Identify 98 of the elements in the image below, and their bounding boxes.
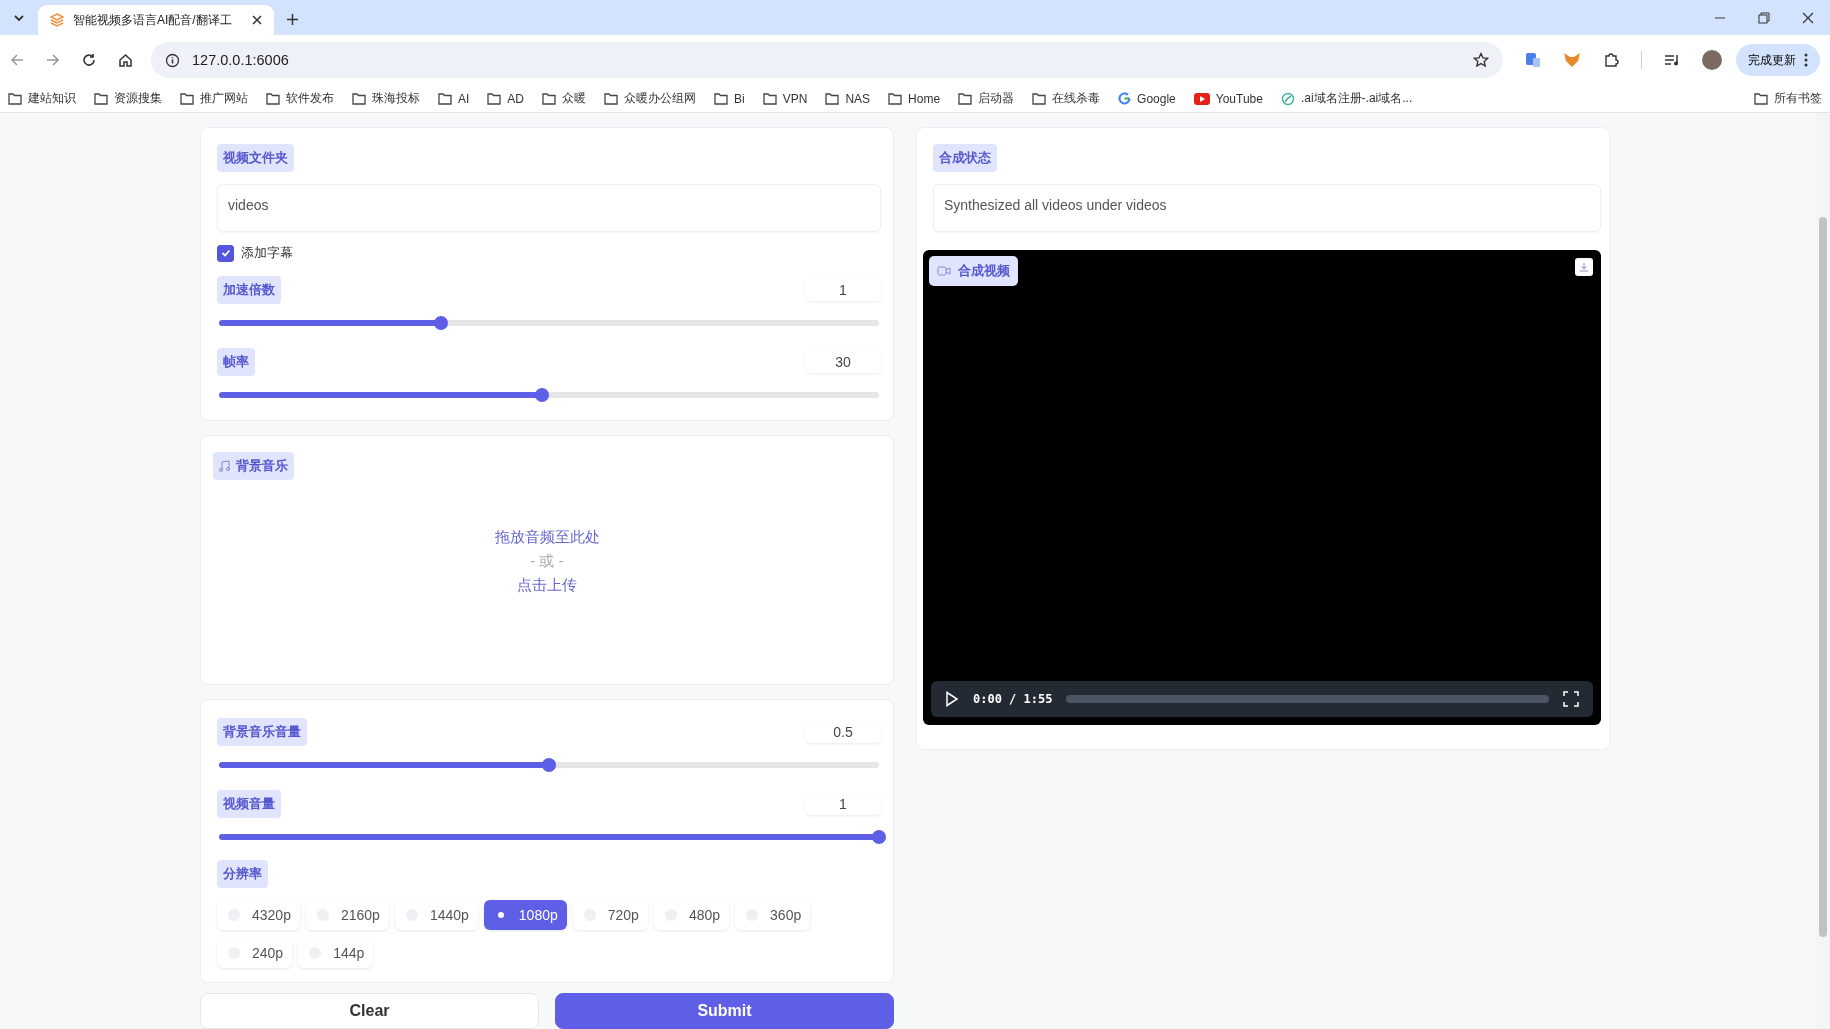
bookmark[interactable]: 建站知识 — [8, 90, 76, 107]
reload-icon[interactable] — [82, 53, 96, 67]
field-label: 合成状态 — [933, 144, 997, 172]
resolution-radio[interactable]: 1080p — [483, 900, 567, 930]
slider-label: 帧率 — [217, 348, 255, 376]
fox-icon[interactable] — [1563, 52, 1581, 68]
slider-label: 背景音乐音量 — [217, 718, 307, 746]
video-time: 0:00 / 1:55 — [973, 692, 1053, 706]
restore-icon[interactable] — [1758, 12, 1770, 24]
star-icon[interactable] — [1473, 52, 1489, 68]
close-icon[interactable] — [252, 15, 262, 25]
folder-icon — [94, 92, 108, 105]
audio-drop-zone[interactable]: 背景音乐 拖放音频至此处 - 或 - 点击上传 — [200, 435, 894, 685]
bookmark[interactable]: 资源搜集 — [94, 90, 162, 107]
folder-icon — [958, 92, 973, 105]
bookmark[interactable]: Bi — [714, 91, 745, 106]
folder-icon — [438, 92, 452, 105]
resolution-radio[interactable]: 1440p — [394, 900, 478, 930]
address-bar[interactable]: 127.0.0.1:6006 — [151, 42, 1503, 78]
video-camera-icon — [937, 266, 951, 276]
youtube-icon — [1193, 92, 1210, 105]
number-field[interactable]: 30 — [805, 351, 881, 373]
video-label: 合成视频 — [929, 256, 1018, 286]
bookmark[interactable]: Google — [1118, 91, 1176, 106]
close-icon[interactable] — [1802, 12, 1814, 24]
upload-link[interactable]: 点击上传 — [517, 575, 577, 595]
folder-icon — [1754, 92, 1768, 105]
bookmark[interactable]: 软件发布 — [266, 90, 334, 107]
bookmark[interactable]: 珠海投标 — [352, 90, 420, 107]
slider-label: 视频音量 — [217, 790, 281, 818]
info-icon[interactable] — [165, 52, 180, 68]
folder-icon — [888, 92, 903, 105]
bookmark[interactable]: 所有书签 — [1754, 90, 1822, 107]
bookmark[interactable]: 众暖办公组网 — [604, 90, 696, 107]
field-label: 背景音乐 — [213, 452, 294, 480]
checkbox-label: 添加字幕 — [241, 244, 293, 262]
music-note-icon — [219, 460, 230, 472]
download-icon[interactable] — [1575, 258, 1593, 276]
folder-icon — [714, 92, 728, 105]
folder-icon — [180, 92, 194, 105]
tab-title: 智能视频多语言AI配音/翻译工 — [73, 11, 233, 29]
bookmark[interactable]: AD — [487, 91, 524, 106]
folder-icon — [542, 92, 556, 105]
bookmark[interactable]: 在线杀毒 — [1032, 90, 1101, 107]
browser-tab[interactable]: 智能视频多语言AI配音/翻译工 — [38, 5, 274, 35]
bookmark[interactable]: VPN — [762, 91, 808, 106]
resolution-radio[interactable]: 144p — [298, 938, 374, 968]
folder-icon — [8, 92, 22, 105]
more-icon[interactable] — [1804, 53, 1808, 67]
update-button[interactable]: 完成更新 — [1736, 44, 1820, 76]
media-queue-icon[interactable] — [1664, 53, 1680, 67]
resolution-radio[interactable]: 4320p — [217, 900, 300, 930]
home-icon[interactable] — [118, 52, 133, 68]
forward-icon[interactable] — [46, 53, 60, 67]
checkbox[interactable] — [217, 244, 234, 262]
bookmark[interactable]: AI — [438, 91, 470, 106]
clear-button[interactable]: Clear — [200, 993, 539, 1029]
google-icon — [1118, 92, 1132, 105]
field-label: 分辨率 — [217, 860, 268, 888]
or-text: - 或 - — [530, 551, 564, 571]
submit-button[interactable]: Submit — [555, 993, 894, 1029]
slider-label: 加速倍数 — [217, 276, 281, 304]
resolution-radio[interactable]: 2160p — [305, 900, 389, 930]
field-label: 视频文件夹 — [217, 144, 294, 172]
bookmark[interactable]: 众暖 — [542, 90, 586, 107]
resolution-radio[interactable]: 480p — [653, 900, 730, 930]
scrollbar[interactable] — [1816, 113, 1830, 1029]
bookmark[interactable]: 启动器 — [958, 90, 1015, 107]
checkmark-icon — [220, 248, 231, 258]
resolution-radio[interactable]: 240p — [217, 938, 293, 968]
fullscreen-icon[interactable] — [1563, 691, 1579, 707]
folder-icon — [1032, 92, 1047, 105]
folder-icon — [825, 92, 840, 105]
puzzle-icon[interactable] — [1603, 52, 1619, 68]
number-field[interactable]: 0.5 — [805, 721, 881, 743]
bookmark[interactable]: .ai域名注册-.ai域名... — [1280, 90, 1413, 107]
play-icon[interactable] — [945, 691, 959, 707]
bookmark[interactable]: Home — [888, 91, 941, 106]
status-field: Synthesized all videos under videos — [933, 184, 1601, 232]
folder-icon — [352, 92, 366, 105]
new-tab-icon[interactable] — [286, 13, 299, 26]
bookmark[interactable]: 推广网站 — [180, 90, 248, 107]
folder-icon — [266, 92, 280, 105]
bookmark[interactable]: NAS — [825, 91, 871, 106]
resolution-radio[interactable]: 720p — [572, 900, 648, 930]
drop-hint: 拖放音频至此处 — [494, 527, 600, 547]
folder-icon — [762, 92, 777, 105]
resolution-radio[interactable]: 360p — [735, 900, 811, 930]
avatar-icon[interactable] — [1702, 50, 1722, 70]
app-logo-icon — [50, 13, 64, 27]
back-icon[interactable] — [10, 53, 24, 67]
folder-icon — [487, 92, 502, 105]
number-field[interactable]: 1 — [805, 279, 881, 301]
folder-icon — [604, 92, 618, 105]
number-field[interactable]: 1 — [805, 793, 881, 815]
bookmark[interactable]: YouTube — [1193, 91, 1263, 106]
translate-icon[interactable] — [1525, 52, 1541, 68]
folder-field[interactable]: videos — [217, 184, 881, 232]
